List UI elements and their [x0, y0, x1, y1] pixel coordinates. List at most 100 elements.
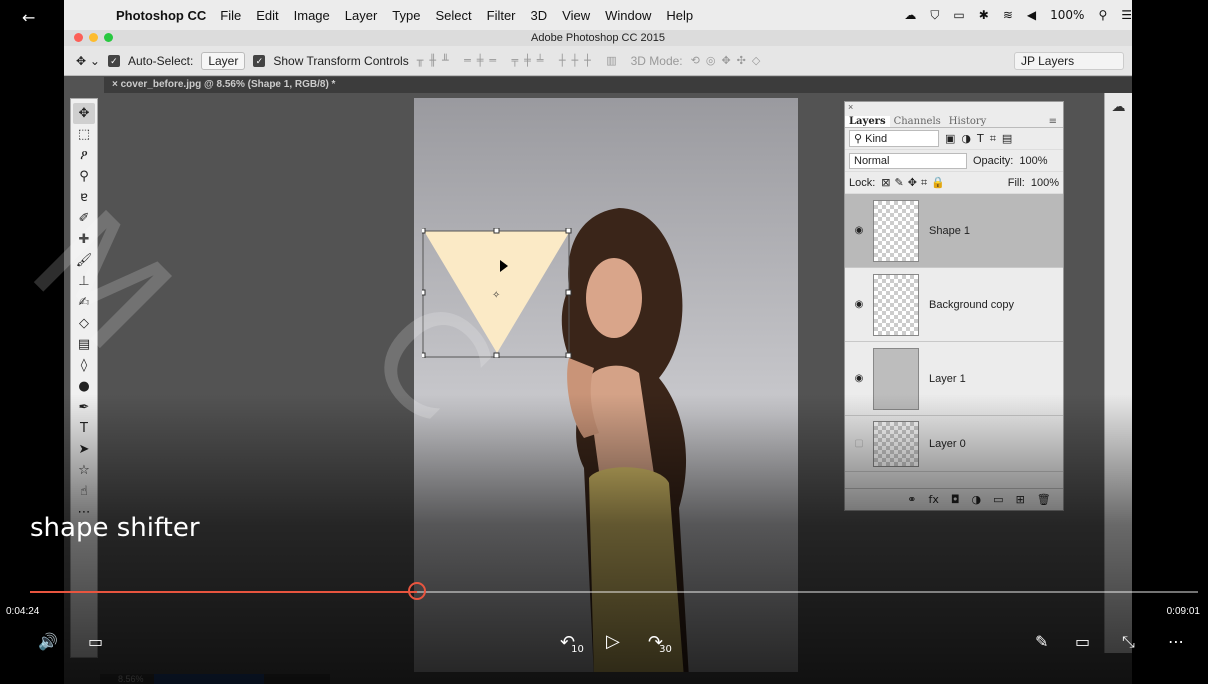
- blur-tool[interactable]: ◊: [73, 355, 95, 376]
- more-icon[interactable]: ⋯: [1168, 632, 1184, 651]
- move-tool[interactable]: ✥: [73, 103, 95, 124]
- workspace-select[interactable]: JP Layers: [1014, 51, 1124, 70]
- panel-close[interactable]: ×: [845, 102, 1063, 114]
- layer-row-shape-1[interactable]: ◉ Shape 1: [845, 194, 1063, 268]
- bluetooth-icon[interactable]: ✱: [979, 8, 989, 22]
- brush-tool[interactable]: 🖌: [73, 250, 95, 271]
- canvas-area[interactable]: ✧ × Layers Channels History ≡ ⚲ Kind ▣◑T…: [104, 93, 1110, 684]
- pen-tool[interactable]: ✒: [73, 397, 95, 418]
- new-layer-icon[interactable]: ⊞: [1016, 493, 1025, 506]
- shape-tool[interactable]: ☆: [73, 460, 95, 481]
- layer-row-layer-1[interactable]: ◉ Layer 1: [845, 342, 1063, 416]
- menu-list-icon[interactable]: ☰: [1121, 8, 1132, 22]
- auto-select-checkbox[interactable]: ✓: [107, 54, 120, 67]
- tab-history[interactable]: History: [945, 116, 991, 127]
- fx-icon[interactable]: fx: [928, 493, 938, 506]
- tab-layers[interactable]: Layers: [845, 116, 890, 127]
- type-tool[interactable]: T: [73, 418, 95, 439]
- layer-name[interactable]: Background copy: [929, 299, 1014, 311]
- menu-select[interactable]: Select: [435, 8, 471, 23]
- miniplayer-icon[interactable]: ▭: [1075, 632, 1090, 651]
- show-transform-checkbox[interactable]: ✓: [253, 54, 266, 67]
- document-tab[interactable]: × cover_before.jpg @ 8.56% (Shape 1, RGB…: [104, 77, 1132, 93]
- marquee-tool[interactable]: ⬚: [73, 124, 95, 145]
- collapse-icon[interactable]: ⤡: [1122, 632, 1135, 652]
- eraser-tool[interactable]: ◇: [73, 313, 95, 334]
- quick-select-tool[interactable]: ⚲: [73, 166, 95, 187]
- eye-hidden-icon[interactable]: ▢: [845, 438, 873, 449]
- crop-tool[interactable]: ɐ: [73, 187, 95, 208]
- app-name[interactable]: Photoshop CC: [116, 8, 206, 23]
- blend-mode-select[interactable]: Normal: [849, 152, 967, 169]
- 3d-mode-icons[interactable]: ⟲◎✥✣◇: [691, 54, 767, 67]
- wifi-icon[interactable]: ≋: [1003, 8, 1013, 22]
- auto-select-dropdown[interactable]: Layer: [201, 51, 246, 70]
- rewind-icon[interactable]: ↶10: [560, 632, 588, 655]
- move-tool-icon[interactable]: ✥ ⌄: [76, 54, 100, 68]
- healing-tool[interactable]: ✚: [73, 229, 95, 250]
- captions-icon[interactable]: ▭: [88, 632, 103, 651]
- stamp-tool[interactable]: ⊥: [73, 271, 95, 292]
- path-select-tool[interactable]: ➤: [73, 439, 95, 460]
- shape-1-triangle[interactable]: ✧: [422, 228, 572, 358]
- trash-icon[interactable]: 🗑: [1037, 493, 1051, 506]
- progress-knob[interactable]: [407, 582, 426, 600]
- airplay-icon[interactable]: ▭: [953, 8, 964, 22]
- gradient-tool[interactable]: ▤: [73, 334, 95, 355]
- menu-file[interactable]: File: [220, 8, 241, 23]
- history-brush-tool[interactable]: ✍: [73, 292, 95, 313]
- align-icons[interactable]: ╥╫╨ ═╪═ ╤╪╧ ┼┼┼ ▥: [417, 54, 623, 67]
- edit-icon[interactable]: ✎: [1035, 632, 1048, 651]
- menu-help[interactable]: Help: [666, 8, 693, 23]
- shield-icon[interactable]: ⛉: [930, 8, 939, 23]
- layer-row-background-copy[interactable]: ◉ Background copy: [845, 268, 1063, 342]
- menu-image[interactable]: Image: [294, 8, 330, 23]
- lasso-tool[interactable]: ዖ: [73, 145, 95, 166]
- adjustment-icon[interactable]: ◑: [972, 493, 982, 506]
- filter-icons[interactable]: ▣◑T⌗▤: [945, 132, 1018, 146]
- cc-icon[interactable]: ☁: [904, 8, 916, 22]
- progress-bar[interactable]: [30, 582, 1198, 600]
- play-icon[interactable]: ▷: [606, 631, 620, 652]
- volume-icon[interactable]: 🔊: [38, 632, 58, 651]
- mask-icon[interactable]: ◘: [951, 493, 960, 506]
- minimize-button[interactable]: [89, 33, 98, 42]
- layer-name[interactable]: Layer 1: [929, 373, 966, 385]
- menu-view[interactable]: View: [562, 8, 590, 23]
- search-icon[interactable]: ⚲: [1098, 8, 1107, 22]
- folder-icon[interactable]: ▭: [993, 493, 1003, 506]
- document-tab-title[interactable]: cover_before.jpg @ 8.56% (Shape 1, RGB/8…: [121, 79, 336, 90]
- menu-window[interactable]: Window: [605, 8, 651, 23]
- zoom-button[interactable]: [104, 33, 113, 42]
- lock-icons[interactable]: ⊠✎✥⌗🔒: [881, 176, 949, 190]
- opacity-value[interactable]: 100%: [1019, 155, 1047, 167]
- options-bar: ✥ ⌄ ✓ Auto-Select: Layer ✓ Show Transfor…: [64, 46, 1132, 76]
- close-button[interactable]: [74, 33, 83, 42]
- eyedropper-tool[interactable]: ✐: [73, 208, 95, 229]
- menu-edit[interactable]: Edit: [256, 8, 278, 23]
- eye-icon[interactable]: ◉: [845, 373, 873, 384]
- link-icon[interactable]: ⚭: [907, 493, 916, 506]
- dodge-tool[interactable]: ●: [73, 376, 95, 397]
- tab-channels[interactable]: Channels: [890, 116, 945, 127]
- layer-name[interactable]: Shape 1: [929, 225, 970, 237]
- fill-value[interactable]: 100%: [1031, 177, 1059, 189]
- panel-menu-icon[interactable]: ≡: [1049, 116, 1063, 127]
- eye-icon[interactable]: ◉: [845, 225, 873, 236]
- layer-row-layer-0[interactable]: ▢ Layer 0: [845, 416, 1063, 472]
- layer-name[interactable]: Layer 0: [929, 438, 966, 450]
- menu-3d[interactable]: 3D: [531, 8, 548, 23]
- menu-filter[interactable]: Filter: [487, 8, 516, 23]
- volume-icon[interactable]: ◀: [1027, 8, 1036, 22]
- menu-layer[interactable]: Layer: [345, 8, 378, 23]
- close-tab-icon[interactable]: ×: [112, 79, 118, 90]
- back-arrow-icon[interactable]: ←: [22, 8, 35, 27]
- document-canvas[interactable]: ✧: [414, 98, 798, 672]
- kind-filter[interactable]: ⚲ Kind: [849, 130, 939, 147]
- hand-tool[interactable]: ☝: [73, 481, 95, 502]
- menu-type[interactable]: Type: [392, 8, 420, 23]
- cc-libraries-icon[interactable]: ☁: [1105, 99, 1132, 115]
- zoom-level[interactable]: 8.56%: [118, 674, 144, 684]
- forward-icon[interactable]: ↷30: [648, 632, 676, 655]
- eye-icon[interactable]: ◉: [845, 299, 873, 310]
